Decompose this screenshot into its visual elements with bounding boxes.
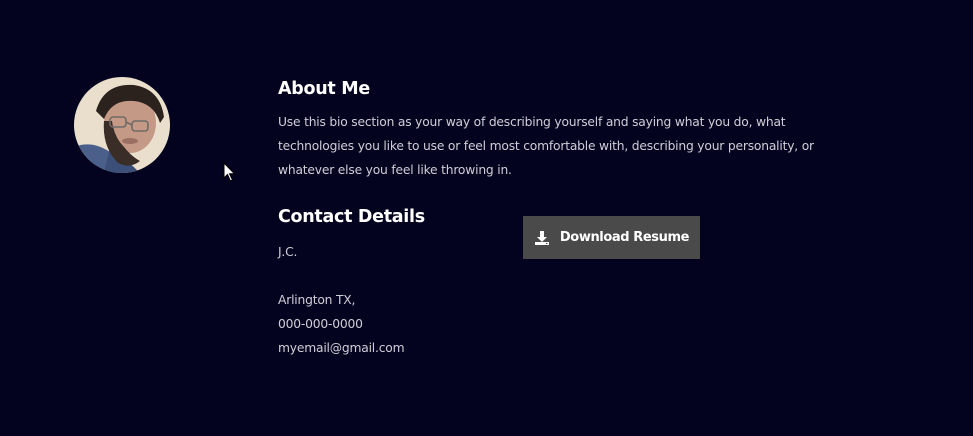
contact-name: J.C. <box>278 245 298 259</box>
about-section: About Me Use this bio section as your wa… <box>0 0 973 436</box>
download-icon <box>534 230 550 246</box>
mouse-cursor-icon <box>223 162 236 182</box>
contact-phone: 000-000-0000 <box>278 317 363 331</box>
profile-photo <box>74 77 170 173</box>
download-resume-button[interactable]: Download Resume <box>523 216 700 259</box>
contact-details: J.C. Arlington TX, 000-000-0000 myemail@… <box>278 240 405 360</box>
about-title: About Me <box>278 79 370 99</box>
contact-location: Arlington TX, <box>278 293 356 307</box>
contact-email: myemail@gmail.com <box>278 341 405 355</box>
download-resume-label: Download Resume <box>559 230 690 245</box>
about-content: About Me Use this bio section as your wa… <box>278 76 838 355</box>
bio-text: Use this bio section as your way of desc… <box>278 115 814 177</box>
contact-spacer <box>278 264 404 288</box>
profile-avatar <box>74 77 170 173</box>
contact-title: Contact Details <box>278 207 425 227</box>
